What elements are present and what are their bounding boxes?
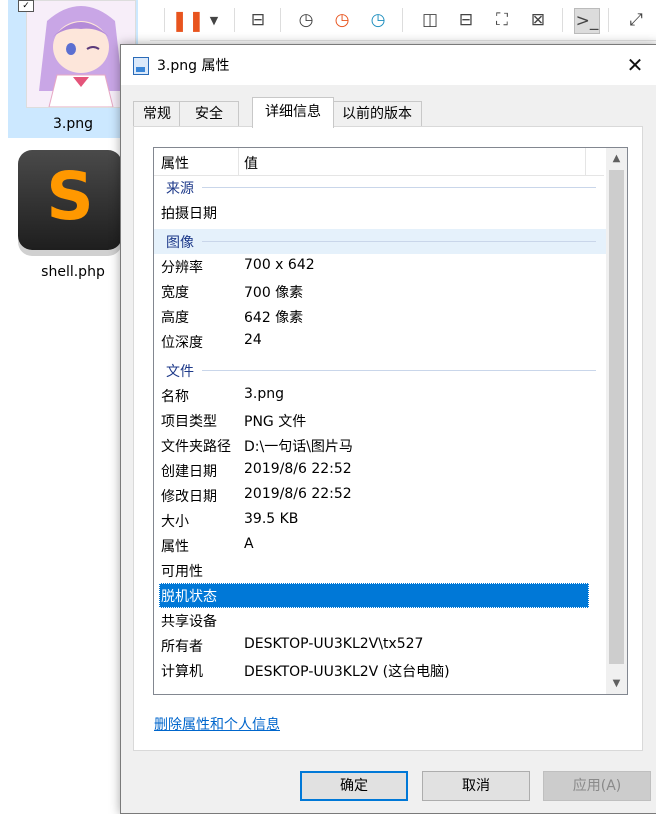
- split-horizontal-icon[interactable]: ⊟: [454, 8, 478, 32]
- sublime-text-icon: S: [18, 150, 122, 250]
- toolbar-separator: [402, 8, 403, 32]
- list-header: 属性 值: [154, 148, 604, 176]
- column-divider[interactable]: [585, 148, 586, 175]
- list-item[interactable]: 拍摄日期: [154, 200, 606, 225]
- fit-icon[interactable]: ⛶: [490, 8, 514, 32]
- cancel-button[interactable]: 取消: [422, 771, 530, 801]
- property-list[interactable]: 属性 值 来源 拍摄日期 图像 分辨率 700 x 642 宽度 700 像素 …: [153, 147, 628, 695]
- apply-button[interactable]: 应用(A): [543, 771, 651, 801]
- network-icon[interactable]: ⊟: [246, 8, 270, 32]
- scroll-up-icon[interactable]: ▲: [606, 148, 627, 169]
- toolbar: ❚❚ ▼ ⊟ ◷ ◷ ◷ ◫ ⊟ ⛶ ⊠ >_ ⤢: [150, 0, 656, 41]
- file-label-shellphp: shell.php: [41, 264, 105, 280]
- column-header-property[interactable]: 属性: [161, 153, 189, 173]
- column-divider[interactable]: [238, 148, 239, 175]
- list-item[interactable]: 宽度 700 像素: [154, 279, 606, 304]
- tab-details[interactable]: 详细信息: [252, 97, 334, 128]
- group-source[interactable]: 来源: [154, 175, 606, 200]
- toolbar-separator: [562, 8, 563, 32]
- list-item[interactable]: 修改日期 2019/8/6 22:52: [154, 483, 606, 508]
- details-panel: 属性 值 来源 拍摄日期 图像 分辨率 700 x 642 宽度 700 像素 …: [133, 126, 643, 751]
- close-button[interactable]: ✕: [613, 45, 656, 85]
- image-file-icon: [133, 57, 149, 75]
- group-divider: [202, 241, 596, 242]
- list-item[interactable]: 文件夹路径 D:\一句话\图片马: [154, 433, 606, 458]
- vertical-scrollbar[interactable]: ▲ ▼: [606, 148, 627, 694]
- group-divider: [202, 370, 596, 371]
- list-item[interactable]: 可用性: [154, 558, 606, 583]
- no-fit-icon[interactable]: ⊠: [526, 8, 550, 32]
- title-bar: 3.png 属性 ✕: [121, 45, 656, 85]
- file-item-3png[interactable]: ✓ 3.png: [8, 0, 138, 138]
- pause-icon[interactable]: ❚❚: [171, 8, 205, 32]
- group-image[interactable]: 图像: [154, 229, 606, 254]
- list-item[interactable]: 名称 3.png: [154, 383, 606, 408]
- tab-general[interactable]: 常规: [133, 101, 181, 126]
- ok-button[interactable]: 确定: [300, 771, 408, 801]
- list-item[interactable]: 项目类型 PNG 文件: [154, 408, 606, 433]
- tab-security[interactable]: 安全: [179, 101, 239, 126]
- list-item[interactable]: 所有者 DESKTOP-UU3KL2V\tx527: [154, 633, 606, 658]
- toolbar-separator: [164, 8, 165, 32]
- dropdown-icon[interactable]: ▼: [202, 8, 226, 32]
- list-item[interactable]: 属性 A: [154, 533, 606, 558]
- expand-icon[interactable]: ⤢: [624, 8, 648, 32]
- tab-previous-versions[interactable]: 以前的版本: [332, 101, 422, 126]
- column-header-value[interactable]: 值: [244, 153, 258, 173]
- list-item[interactable]: 计算机 DESKTOP-UU3KL2V (这台电脑): [154, 658, 606, 683]
- history-icon[interactable]: ◷: [294, 8, 318, 32]
- scrollbar-thumb[interactable]: [609, 170, 624, 664]
- list-item[interactable]: 创建日期 2019/8/6 22:52: [154, 458, 606, 483]
- file-label-3png: 3.png: [52, 116, 93, 132]
- properties-dialog: 3.png 属性 ✕ 常规 安全 详细信息 以前的版本 属性 值 来源 拍摄日期: [120, 44, 656, 814]
- remove-properties-link[interactable]: 删除属性和个人信息: [154, 714, 280, 734]
- checkbox-icon[interactable]: ✓: [18, 0, 34, 12]
- list-item[interactable]: 位深度 24: [154, 329, 606, 354]
- group-divider: [202, 187, 596, 188]
- restore-icon[interactable]: ◷: [330, 8, 354, 32]
- toolbar-separator: [280, 8, 281, 32]
- list-item[interactable]: 分辨率 700 x 642: [154, 254, 606, 279]
- group-file[interactable]: 文件: [154, 358, 606, 383]
- terminal-icon[interactable]: >_: [574, 8, 600, 34]
- list-item-selected[interactable]: 脱机状态: [159, 583, 589, 608]
- list-item[interactable]: 大小 39.5 KB: [154, 508, 606, 533]
- toolbar-separator: [234, 8, 235, 32]
- list-item[interactable]: 高度 642 像素: [154, 304, 606, 329]
- scroll-down-icon[interactable]: ▼: [606, 673, 627, 694]
- download-icon[interactable]: ◷: [366, 8, 390, 32]
- split-vertical-icon[interactable]: ◫: [418, 8, 442, 32]
- dialog-title: 3.png 属性: [157, 58, 230, 74]
- list-item[interactable]: 共享设备: [154, 608, 606, 633]
- toolbar-separator: [608, 8, 609, 32]
